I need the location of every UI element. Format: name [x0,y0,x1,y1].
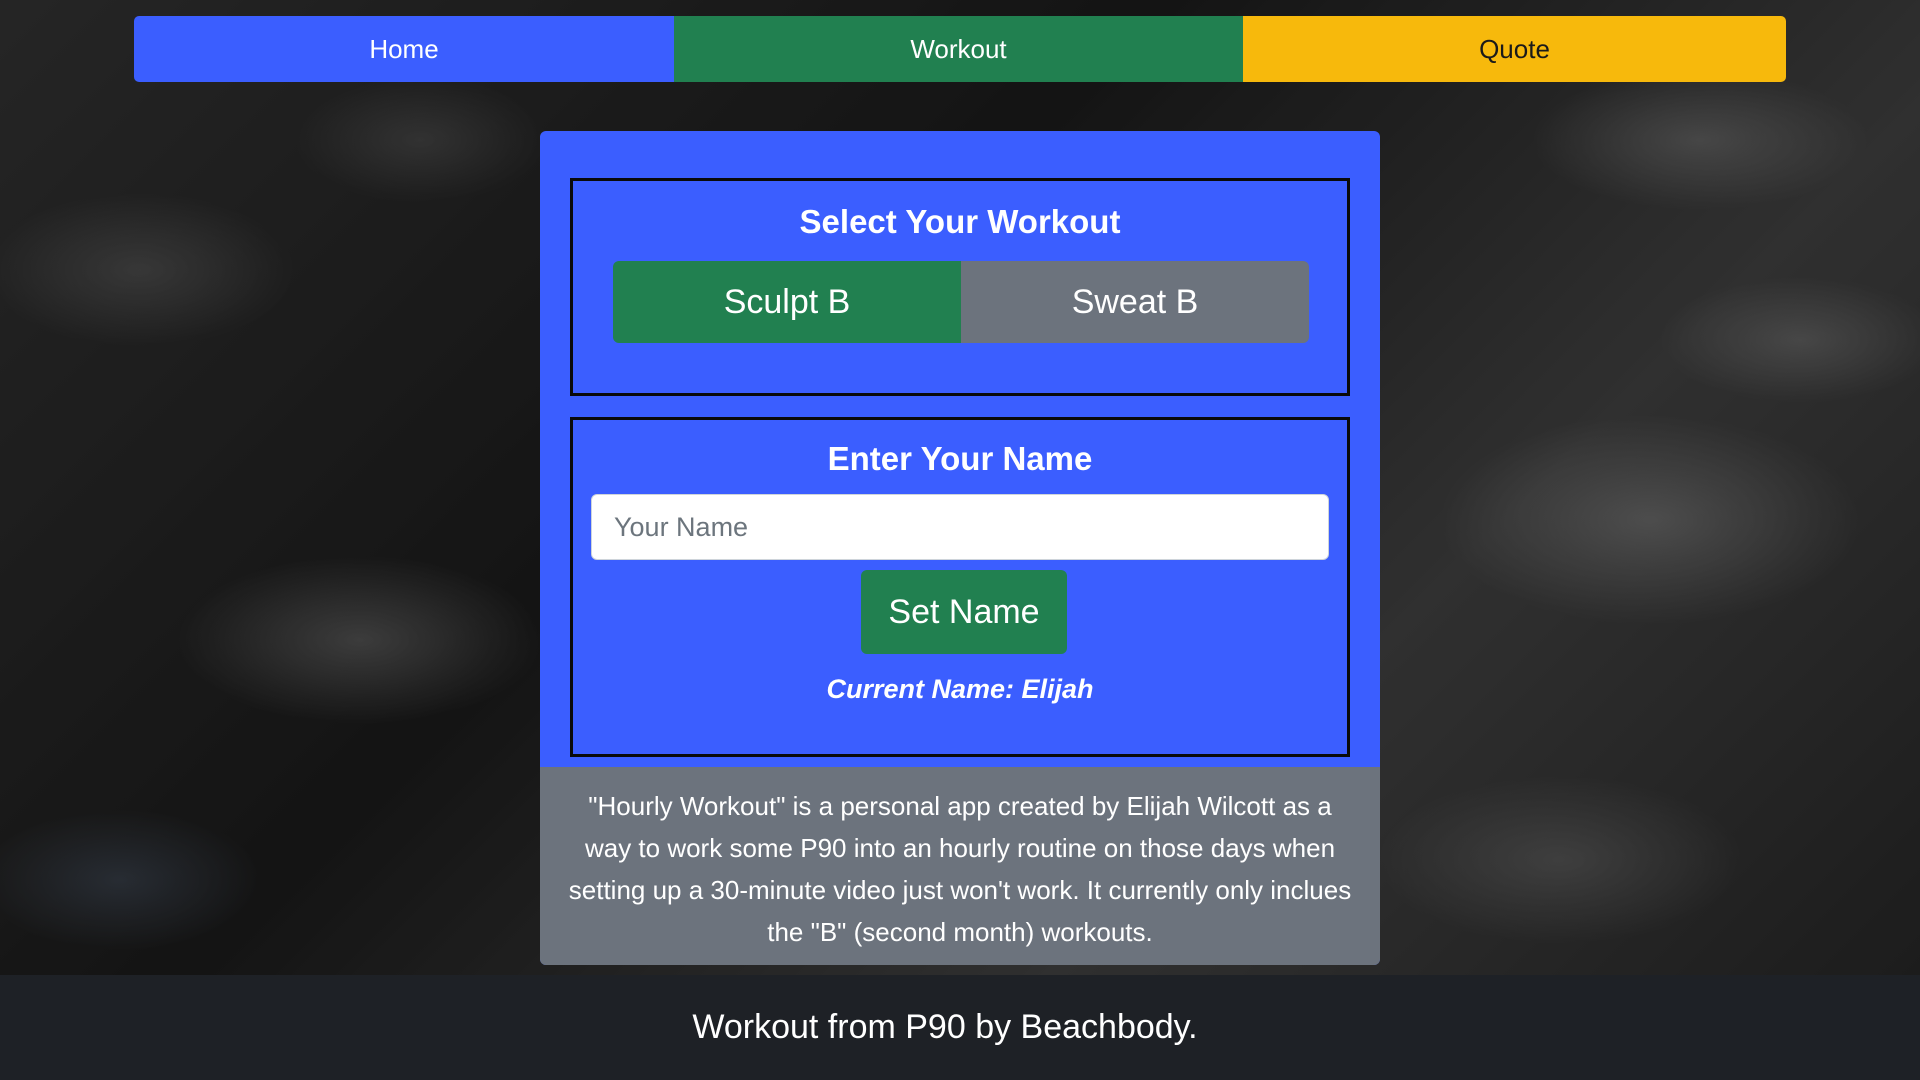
set-name-button[interactable]: Set Name [861,570,1067,654]
select-workout-heading: Select Your Workout [799,203,1121,240]
enter-name-panel: Enter Your Name Set Name Current Name: E… [570,417,1350,757]
nav-home-link[interactable]: Home [134,16,674,82]
nav-workout-link[interactable]: Workout [674,16,1243,82]
workout-card: Select Your Workout Sculpt B Sweat B Ent… [540,131,1380,965]
sweat-b-button[interactable]: Sweat B [961,261,1309,343]
about-text: "Hourly Workout" is a personal app creat… [540,767,1380,965]
workout-toggle-group: Sculpt B Sweat B [613,261,1309,343]
nav-quote-link[interactable]: Quote [1243,16,1786,82]
enter-name-heading: Enter Your Name [827,440,1093,477]
sculpt-b-button[interactable]: Sculpt B [613,261,961,343]
select-workout-panel: Select Your Workout Sculpt B Sweat B [570,178,1350,396]
footer-text: Workout from P90 by Beachbody. [692,1008,1198,1046]
name-input[interactable] [591,494,1329,560]
current-name-text: Current Name: Elijah [826,674,1094,704]
top-nav: Home Workout Quote [134,16,1786,82]
footer: Workout from P90 by Beachbody. [0,975,1920,1080]
